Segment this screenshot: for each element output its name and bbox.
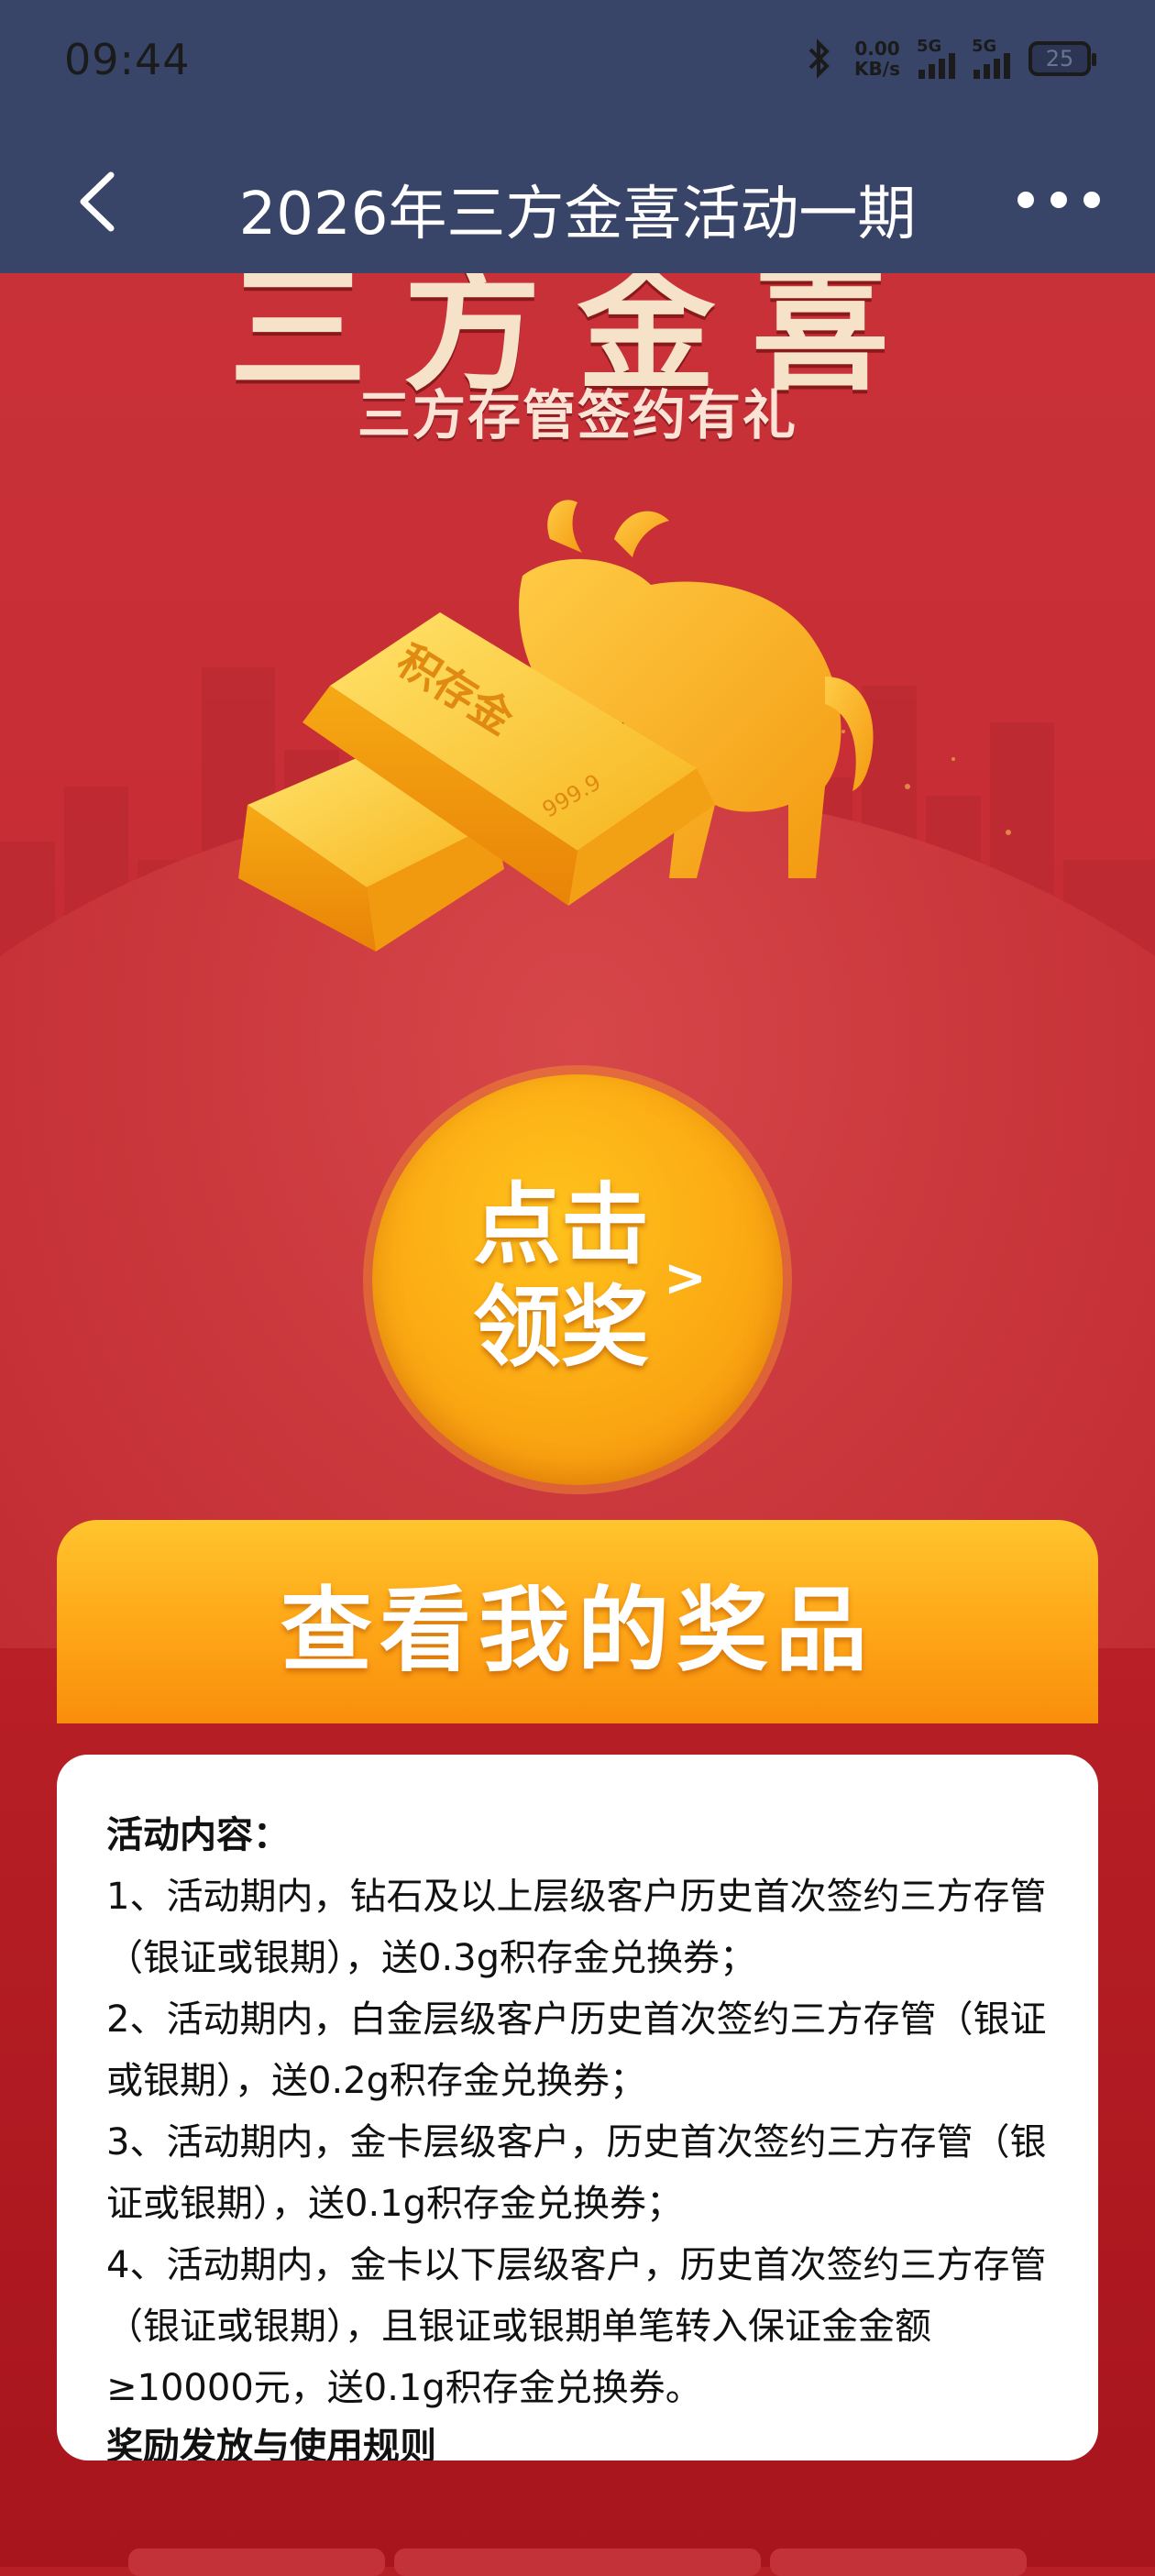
reward-rules-heading: 奖励发放与使用规则	[106, 2426, 436, 2460]
activity-rule-2: 2、活动期内，白金层级客户历史首次签约三方存管（银证或银期），送0.2g积存金兑…	[106, 1998, 1047, 2102]
bottom-tab-1[interactable]	[128, 2548, 385, 2576]
claim-label: 点击 领奖	[473, 1173, 656, 1379]
hero-subtitle: 三方存管签约有礼	[357, 384, 798, 446]
signal-icon-2: 5G	[972, 37, 1010, 79]
activity-content-heading: 活动内容：	[106, 1814, 290, 1856]
signal-icon: 5G	[917, 37, 955, 79]
more-options-button[interactable]	[1018, 182, 1100, 218]
battery-icon: 25	[1028, 41, 1096, 76]
status-icons: 0.00 KB/s 5G 5G 25	[803, 31, 1096, 86]
signal-label-1: 5G	[917, 37, 942, 56]
bottom-tab-2[interactable]	[394, 2548, 761, 2576]
claim-label-line2: 领奖	[473, 1276, 649, 1379]
view-my-prizes-label: 查看我的奖品	[280, 1576, 874, 1684]
claim-prize-button[interactable]: 点击 领奖 >	[372, 1074, 783, 1485]
activity-info-card: 活动内容： 1、活动期内，钻石及以上层级客户历史首次签约三方存管（银证或银期），…	[57, 1755, 1098, 2460]
gold-bar-and-ox-illustration: 积存金 999.9	[238, 500, 874, 952]
activity-rule-1: 1、活动期内，钻石及以上层级客户历史首次签约三方存管（银证或银期），送0.3g积…	[106, 1876, 1047, 1979]
activity-rule-3: 3、活动期内，金卡层级客户，历史首次签约三方存管（银证或银期），送0.1g积存金…	[106, 2121, 1047, 2225]
more-dots-icon	[1018, 192, 1034, 208]
page-title: 2026年三方金喜活动一期	[238, 181, 917, 248]
top-bar: 09:44 0.00 KB/s 5G 5G 25 2026年三方金喜活动一期	[0, 0, 1155, 273]
bluetooth-icon	[808, 39, 830, 79]
view-my-prizes-button[interactable]: 查看我的奖品	[57, 1520, 1098, 1723]
status-time: 09:44	[64, 35, 191, 84]
network-speed-value: 0.00	[854, 38, 900, 60]
activity-rule-4: 4、活动期内，金卡以下层级客户，历史首次签约三方存管（银证或银期），且银证或银期…	[106, 2244, 1047, 2409]
claim-label-line1: 点击	[473, 1173, 649, 1276]
network-speed: 0.00 KB/s	[854, 39, 900, 79]
bottom-tab-3[interactable]	[770, 2548, 1027, 2576]
signal-label-2: 5G	[972, 37, 997, 56]
network-speed-unit: KB/s	[854, 58, 900, 80]
chevron-right-icon: >	[664, 1249, 707, 1308]
